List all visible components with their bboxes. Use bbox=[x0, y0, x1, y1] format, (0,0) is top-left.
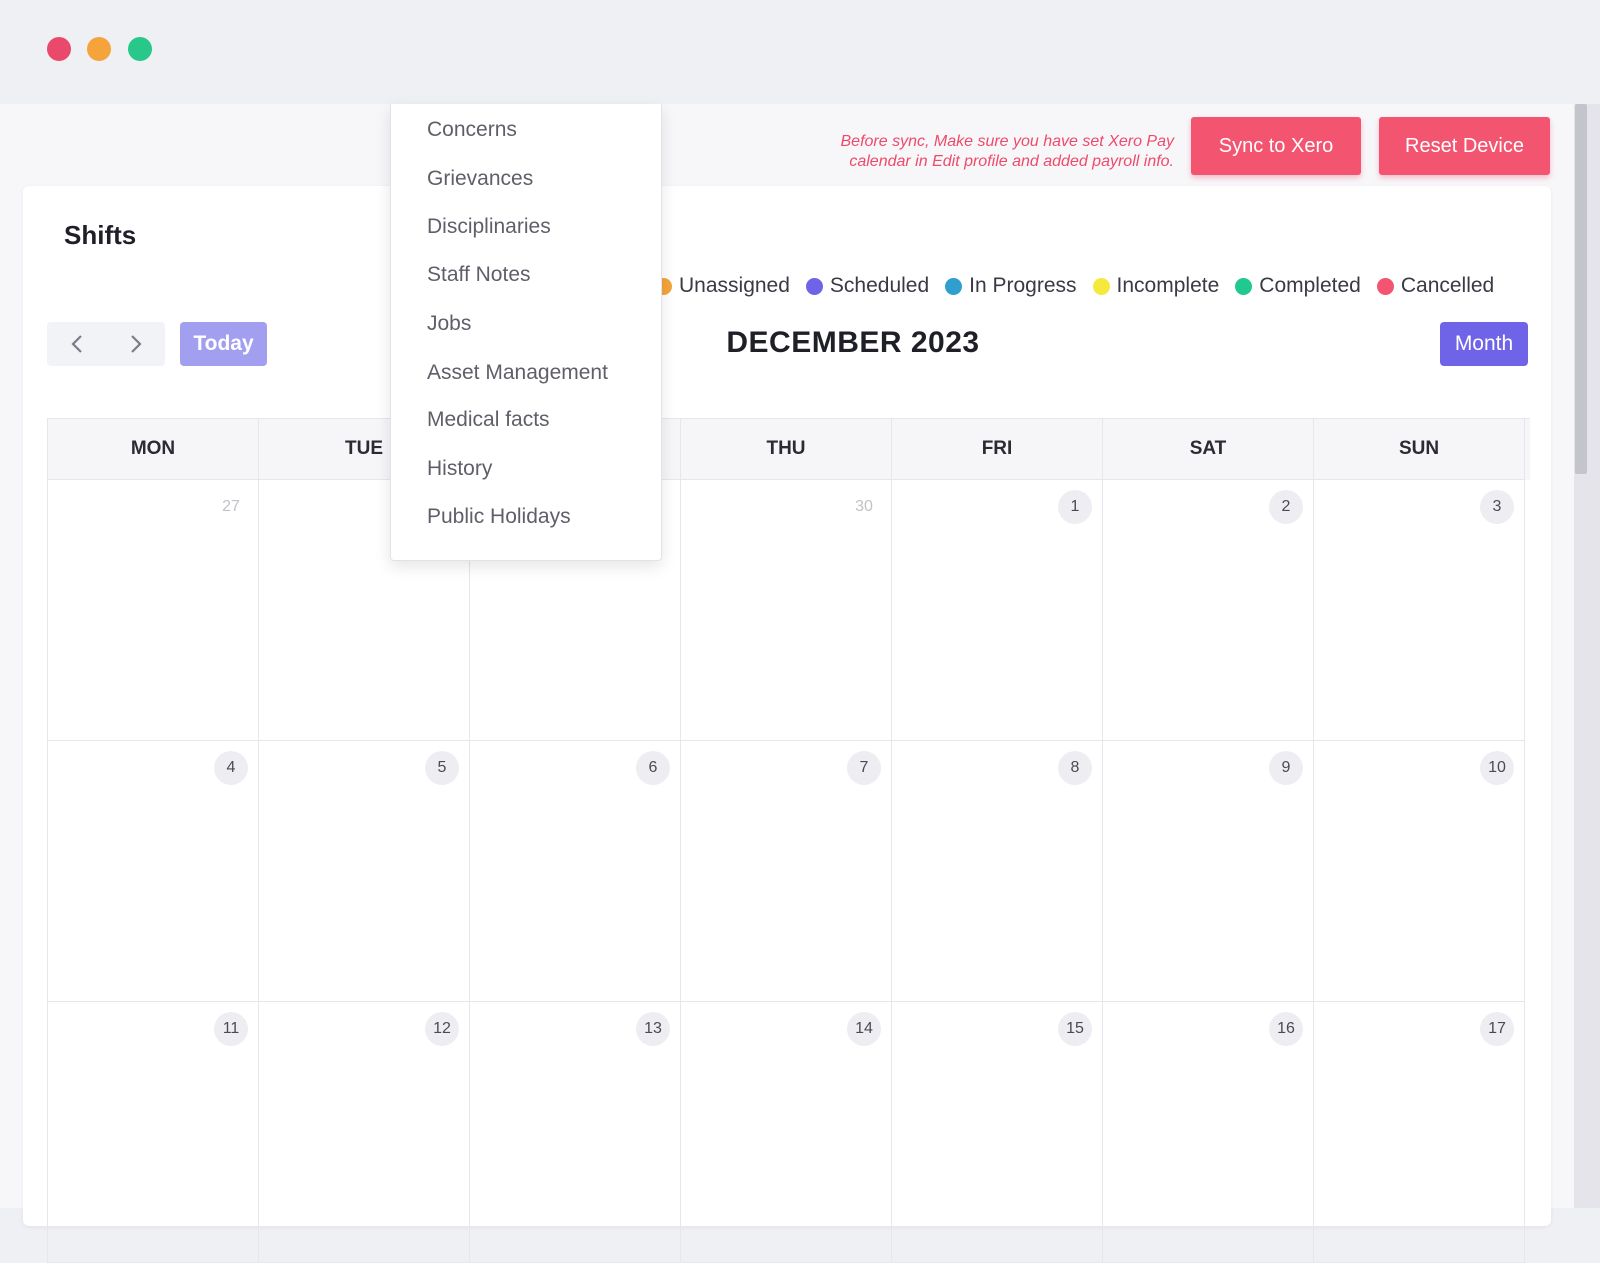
menu-item-history[interactable]: History bbox=[427, 457, 492, 481]
chevron-left-icon bbox=[70, 335, 82, 353]
day-number[interactable]: 6 bbox=[636, 751, 670, 785]
calendar-day-cell[interactable]: 3 bbox=[1314, 480, 1525, 741]
nav-dropdown-menu: Concerns Grievances Disciplinaries Staff No… bbox=[390, 104, 662, 561]
legend-label: Unassigned bbox=[679, 274, 790, 297]
legend-item-unassigned: Unassigned bbox=[655, 274, 790, 298]
calendar-day-cell[interactable]: 2 bbox=[1103, 480, 1314, 741]
calendar-day-cell[interactable]: 9 bbox=[1103, 741, 1314, 1002]
calendar-day-cell[interactable]: 15 bbox=[892, 1002, 1103, 1263]
day-number[interactable]: 1 bbox=[1058, 490, 1092, 524]
calendar-day-cell[interactable]: 12 bbox=[259, 1002, 470, 1263]
calendar-day-cell[interactable]: 8 bbox=[892, 741, 1103, 1002]
calendar-day-cell[interactable]: 14 bbox=[681, 1002, 892, 1263]
weekday-sun: SUN bbox=[1314, 419, 1525, 480]
legend-item-cancelled: Cancelled bbox=[1376, 274, 1495, 298]
day-number[interactable]: 9 bbox=[1269, 751, 1303, 785]
chevron-right-icon bbox=[130, 335, 142, 353]
menu-item-grievances[interactable]: Grievances bbox=[427, 167, 533, 191]
month-calendar: MONTUEWEDTHUFRISATSUN 272829301234567891… bbox=[47, 418, 1530, 1263]
minimize-window-button[interactable] bbox=[87, 37, 111, 61]
calendar-day-cell[interactable]: 4 bbox=[48, 741, 259, 1002]
day-number[interactable]: 27 bbox=[214, 490, 248, 524]
calendar-nav-group bbox=[47, 322, 165, 366]
day-number[interactable]: 16 bbox=[1269, 1012, 1303, 1046]
calendar-month-title: DECEMBER 2023 bbox=[726, 326, 980, 359]
day-number[interactable]: 12 bbox=[425, 1012, 459, 1046]
calendar-day-cell[interactable]: 7 bbox=[681, 741, 892, 1002]
legend-swatch bbox=[1376, 277, 1394, 295]
calendar-day-cell[interactable]: 6 bbox=[470, 741, 681, 1002]
day-number[interactable]: 11 bbox=[214, 1012, 248, 1046]
legend-item-completed: Completed bbox=[1235, 274, 1361, 298]
calendar-weekday-header: MONTUEWEDTHUFRISATSUN bbox=[48, 419, 1530, 480]
menu-item-disciplinaries[interactable]: Disciplinaries bbox=[427, 215, 551, 239]
calendar-week: 4 5 6 7 8 9 10 bbox=[48, 741, 1530, 1002]
weekday-fri: FRI bbox=[892, 419, 1103, 480]
legend-label: Completed bbox=[1259, 274, 1361, 297]
day-number[interactable]: 10 bbox=[1480, 751, 1514, 785]
menu-item-asset-management[interactable]: Asset Management bbox=[427, 361, 608, 385]
legend-item-in-progress: In Progress bbox=[945, 274, 1077, 298]
weekday-sat: SAT bbox=[1103, 419, 1314, 480]
sync-note-line2: calendar in Edit profile and added payro… bbox=[849, 153, 1174, 170]
legend-label: Incomplete bbox=[1116, 274, 1220, 297]
window-titlebar bbox=[0, 0, 1600, 104]
page-title: Shifts bbox=[64, 220, 137, 250]
legend-swatch bbox=[1092, 277, 1110, 295]
day-number[interactable]: 17 bbox=[1480, 1012, 1514, 1046]
legend-item-incomplete: Incomplete bbox=[1092, 274, 1220, 298]
legend-swatch bbox=[1235, 277, 1253, 295]
legend-label: Scheduled bbox=[829, 274, 930, 297]
day-number[interactable]: 14 bbox=[847, 1012, 881, 1046]
weekday-thu: THU bbox=[681, 419, 892, 480]
calendar-day-cell[interactable]: 27 bbox=[48, 480, 259, 741]
day-number[interactable]: 4 bbox=[214, 751, 248, 785]
calendar-day-cell[interactable]: 11 bbox=[48, 1002, 259, 1263]
calendar-day-cell[interactable]: 5 bbox=[259, 741, 470, 1002]
legend-swatch bbox=[945, 277, 963, 295]
menu-item-concerns[interactable]: Concerns bbox=[427, 118, 517, 142]
menu-item-jobs[interactable]: Jobs bbox=[427, 312, 471, 336]
weekday-mon: MON bbox=[48, 419, 259, 480]
scrollbar-thumb[interactable] bbox=[1575, 104, 1587, 474]
calendar-week: 11 12 13 14 15 16 17 bbox=[48, 1002, 1530, 1263]
today-button[interactable]: Today bbox=[180, 322, 267, 366]
day-number[interactable]: 30 bbox=[847, 490, 881, 524]
calendar-day-cell[interactable]: 30 bbox=[681, 480, 892, 741]
calendar-day-cell[interactable]: 10 bbox=[1314, 741, 1525, 1002]
day-number[interactable]: 8 bbox=[1058, 751, 1092, 785]
calendar-day-cell[interactable]: 16 bbox=[1103, 1002, 1314, 1263]
day-number[interactable]: 7 bbox=[847, 751, 881, 785]
sync-note: Before sync, Make sure you have set Xero… bbox=[760, 132, 1175, 172]
day-number[interactable]: 3 bbox=[1480, 490, 1514, 524]
close-window-button[interactable] bbox=[47, 37, 71, 61]
sync-to-xero-button[interactable]: Sync to Xero bbox=[1191, 117, 1361, 175]
day-number[interactable]: 5 bbox=[425, 751, 459, 785]
month-view-button[interactable]: Month bbox=[1440, 322, 1528, 366]
legend-item-scheduled: Scheduled bbox=[805, 274, 930, 298]
maximize-window-button[interactable] bbox=[128, 37, 152, 61]
calendar-day-cell[interactable]: 17 bbox=[1314, 1002, 1525, 1263]
legend-swatch bbox=[805, 277, 823, 295]
calendar-day-cell[interactable]: 13 bbox=[470, 1002, 681, 1263]
menu-item-staff-notes[interactable]: Staff Notes bbox=[427, 263, 531, 287]
status-legend: Unassigned Scheduled In Progress Incomplete… bbox=[655, 270, 1510, 302]
calendar-day-cell[interactable]: 1 bbox=[892, 480, 1103, 741]
calendar-week: 27282930123 bbox=[48, 480, 1530, 741]
legend-label: Cancelled bbox=[1400, 274, 1495, 297]
reset-device-button[interactable]: Reset Device bbox=[1379, 117, 1550, 175]
previous-month-button[interactable] bbox=[47, 322, 106, 366]
day-number[interactable]: 15 bbox=[1058, 1012, 1092, 1046]
next-month-button[interactable] bbox=[106, 322, 165, 366]
menu-item-public-holidays[interactable]: Public Holidays bbox=[427, 505, 571, 529]
legend-label: In Progress bbox=[969, 274, 1077, 297]
day-number[interactable]: 13 bbox=[636, 1012, 670, 1046]
day-number[interactable]: 2 bbox=[1269, 490, 1303, 524]
sync-note-line1: Before sync, Make sure you have set Xero… bbox=[840, 133, 1175, 150]
menu-item-medical-facts[interactable]: Medical facts bbox=[427, 408, 550, 432]
